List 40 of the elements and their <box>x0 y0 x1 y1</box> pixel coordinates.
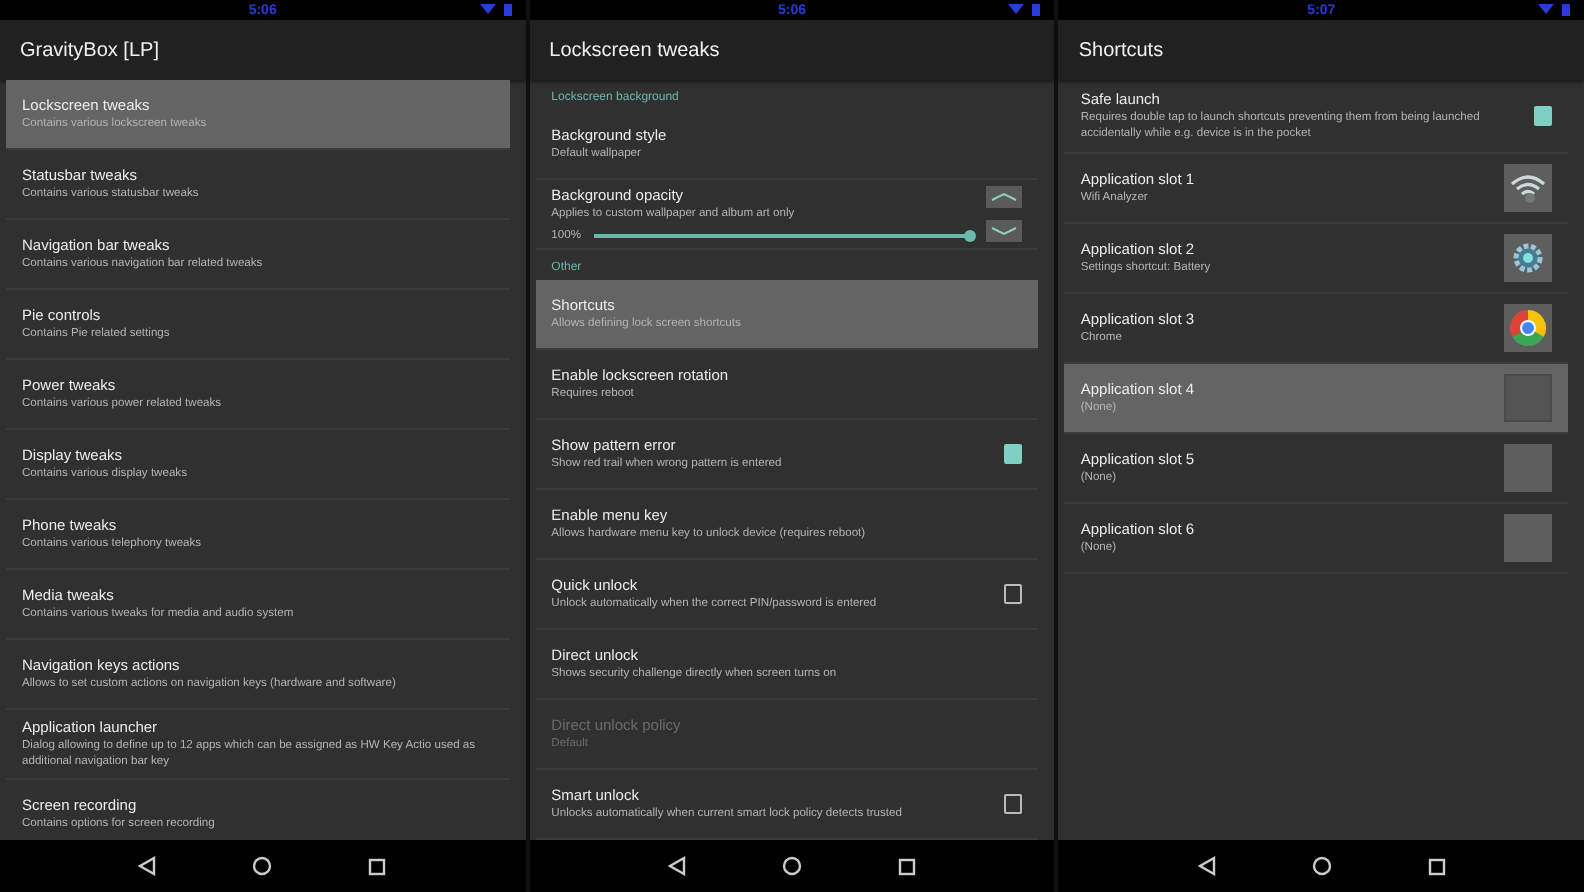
home-icon <box>782 856 802 876</box>
home-icon <box>1311 856 1332 876</box>
app-icon-tile[interactable] <box>1504 444 1553 493</box>
status-icons <box>477 2 518 16</box>
recents-icon <box>368 857 387 875</box>
app-icon-tile[interactable] <box>1504 304 1553 353</box>
decrease-button[interactable] <box>986 220 1023 242</box>
checkbox[interactable] <box>1534 106 1553 127</box>
back-button[interactable] <box>668 856 686 876</box>
back-button[interactable] <box>138 856 157 876</box>
back-icon <box>1197 856 1216 876</box>
home-button[interactable] <box>782 856 802 876</box>
checkbox[interactable] <box>1004 584 1023 604</box>
home-icon <box>252 856 273 876</box>
checkbox[interactable] <box>1004 794 1023 814</box>
opacity-slider[interactable] <box>593 234 971 239</box>
gear-icon <box>1510 240 1547 277</box>
wifi-icon <box>1510 172 1547 205</box>
app-icon-tile[interactable] <box>1504 374 1553 423</box>
app-icon-tile[interactable] <box>1504 234 1553 283</box>
app-icon-tile[interactable] <box>1504 164 1553 213</box>
screen-title: GravityBox [LP] <box>0 20 526 80</box>
app-icon-tile[interactable] <box>1504 514 1553 563</box>
chevron-up-icon <box>990 192 1019 202</box>
screen-title: Shortcuts <box>1058 20 1584 80</box>
back-icon <box>668 856 686 876</box>
home-button[interactable] <box>1311 856 1332 876</box>
recents-button[interactable] <box>1427 857 1446 875</box>
increase-button[interactable] <box>986 186 1023 208</box>
back-icon <box>138 856 157 876</box>
browser-icon <box>1508 308 1549 349</box>
screen-title: Lockscreen tweaks <box>529 20 1055 80</box>
checkbox[interactable] <box>1004 444 1023 464</box>
chevron-down-icon <box>990 226 1019 236</box>
recents-button[interactable] <box>898 857 916 875</box>
recents-button[interactable] <box>368 857 387 875</box>
home-button[interactable] <box>252 856 273 876</box>
recents-icon <box>1427 857 1446 875</box>
back-button[interactable] <box>1197 856 1216 876</box>
recents-icon <box>898 857 916 875</box>
